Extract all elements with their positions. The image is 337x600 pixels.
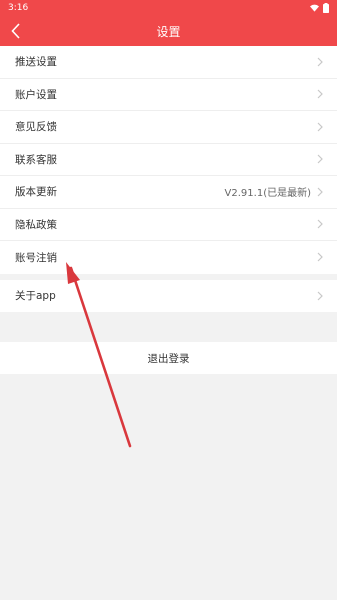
wifi-icon [310,4,319,12]
back-arrow-icon [11,23,20,39]
logout-button[interactable]: 退出登录 [0,342,337,374]
version-value: V2.91.1(已是最新) [224,188,311,200]
battery-icon [323,3,329,13]
chevron-right-icon [317,88,325,100]
settings-item-privacy-policy[interactable]: 隐私政策 [0,209,337,241]
settings-item-label: 隐私政策 [15,218,57,231]
chevron-right-icon [317,121,325,133]
status-icons [310,3,329,13]
settings-item-label: 联系客服 [15,153,57,166]
back-button[interactable] [6,21,26,41]
settings-item-label: 意见反馈 [15,121,57,134]
settings-item-label: 版本更新 [15,186,57,199]
logout-label: 退出登录 [147,352,190,365]
status-time: 3:16 [8,3,29,13]
settings-item-label: 推送设置 [15,56,57,69]
settings-item-label: 关于app [15,290,56,303]
chevron-right-icon [317,186,325,198]
settings-item-account-deletion[interactable]: 账号注销 [0,241,337,274]
page-title: 设置 [156,24,181,39]
settings-item-push[interactable]: 推送设置 [0,46,337,79]
settings-item-label: 账户设置 [15,88,57,101]
chevron-right-icon [317,290,325,302]
settings-item-about-app[interactable]: 关于app [0,280,337,313]
settings-list-main: 推送设置 账户设置 意见反馈 联系客服 版本更新 V2.91.1(已是最新) 隐… [0,46,337,274]
chevron-right-icon [317,251,325,263]
chevron-right-icon [317,153,325,165]
settings-list-about: 关于app [0,279,337,313]
chevron-right-icon [317,218,325,230]
chevron-right-icon [317,56,325,68]
status-bar: 3:16 [0,0,337,16]
settings-item-version-update[interactable]: 版本更新 V2.91.1(已是最新) [0,176,337,209]
settings-item-label: 账号注销 [15,251,57,264]
top-nav-bar: 设置 [0,16,337,46]
settings-item-customer-service[interactable]: 联系客服 [0,144,337,176]
settings-item-feedback[interactable]: 意见反馈 [0,111,337,144]
section-divider [0,312,337,342]
settings-item-account[interactable]: 账户设置 [0,79,337,111]
